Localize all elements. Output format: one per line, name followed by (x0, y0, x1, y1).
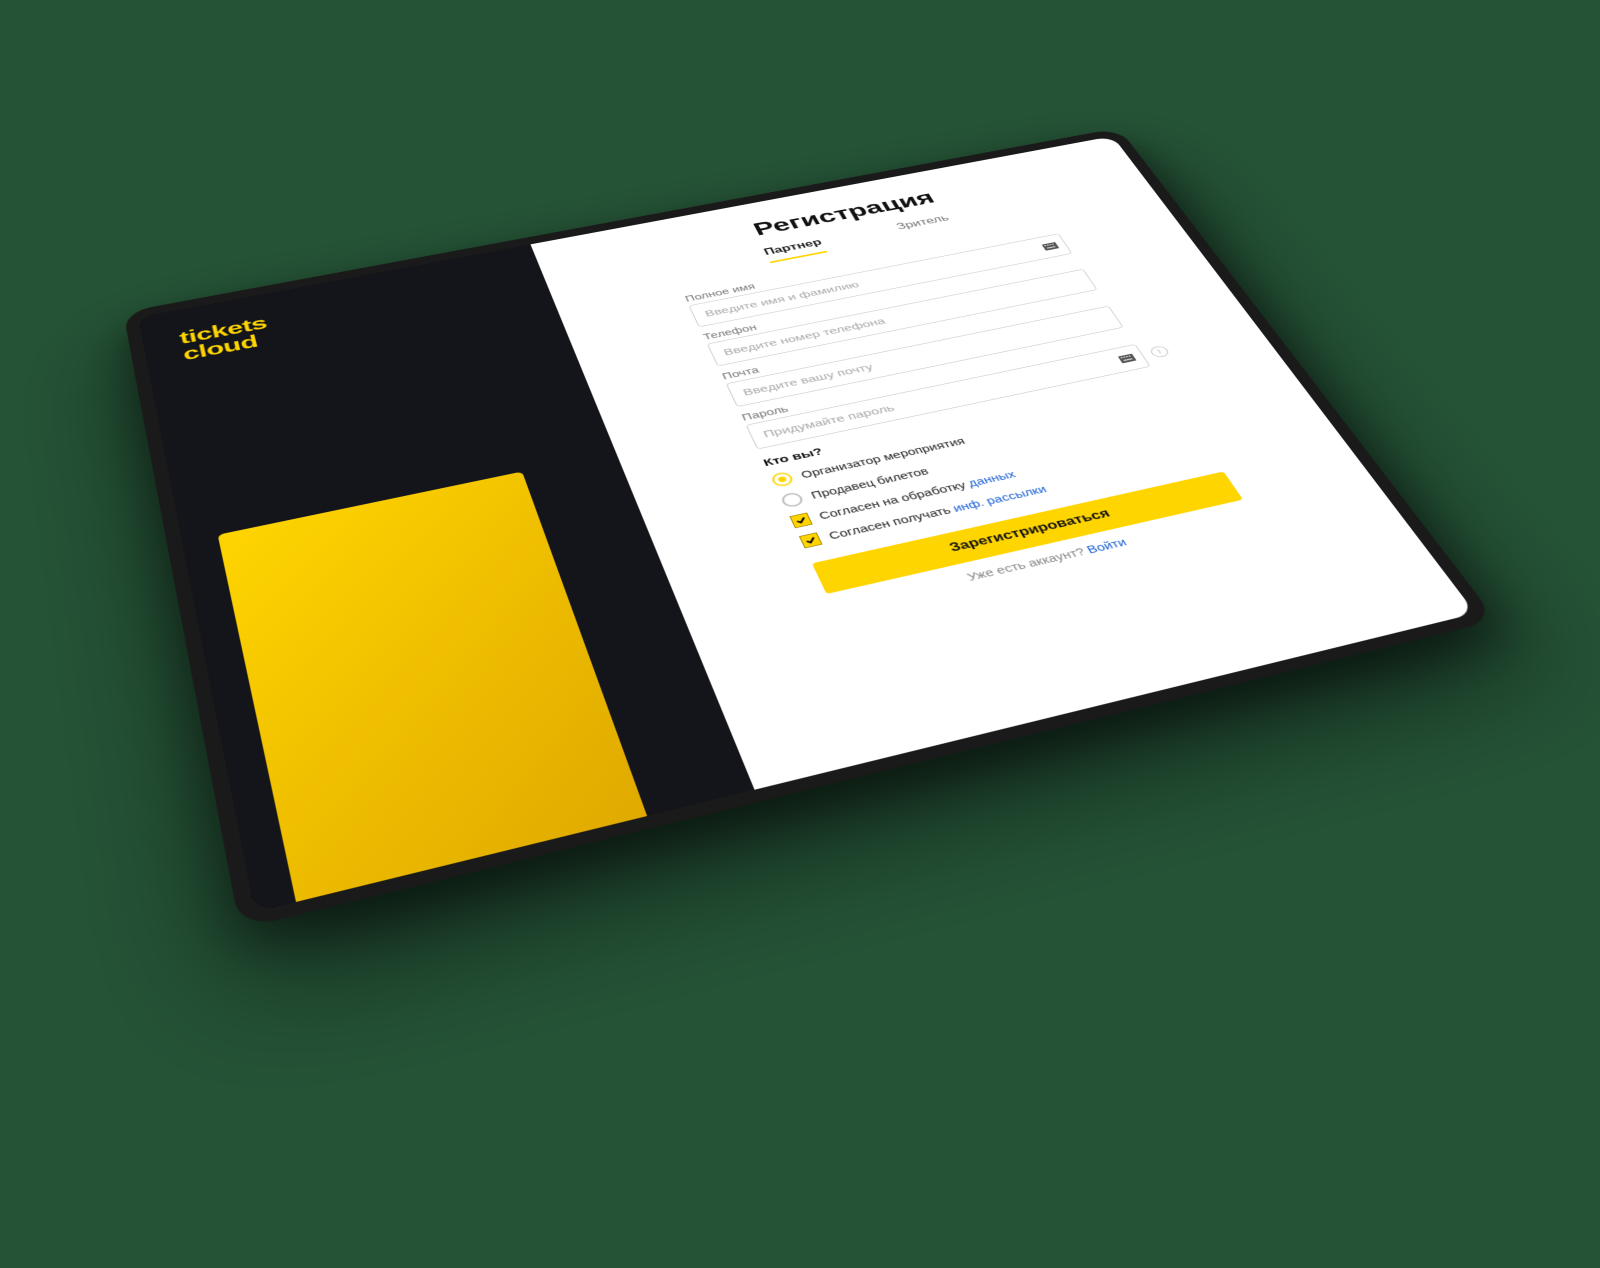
tab-spectator[interactable]: Зритель (893, 211, 955, 238)
brand-graphic (218, 472, 647, 902)
info-icon[interactable]: i (1148, 345, 1171, 358)
screen: tickets cloud Регистрация Партнер Зрител… (138, 136, 1476, 912)
tab-partner[interactable]: Партнер (761, 235, 827, 264)
brand-logo: tickets cloud (178, 315, 273, 363)
checkbox-icon (789, 512, 812, 528)
radio-icon (779, 491, 805, 508)
tablet-frame: tickets cloud Регистрация Партнер Зрител… (123, 128, 1497, 929)
checkbox-icon (799, 532, 823, 548)
registration-form: Полное имя Телефон Почта (681, 219, 1256, 614)
consent-data-link[interactable]: данных (966, 469, 1018, 489)
radio-icon (770, 471, 795, 488)
login-link[interactable]: Войти (1084, 536, 1128, 555)
